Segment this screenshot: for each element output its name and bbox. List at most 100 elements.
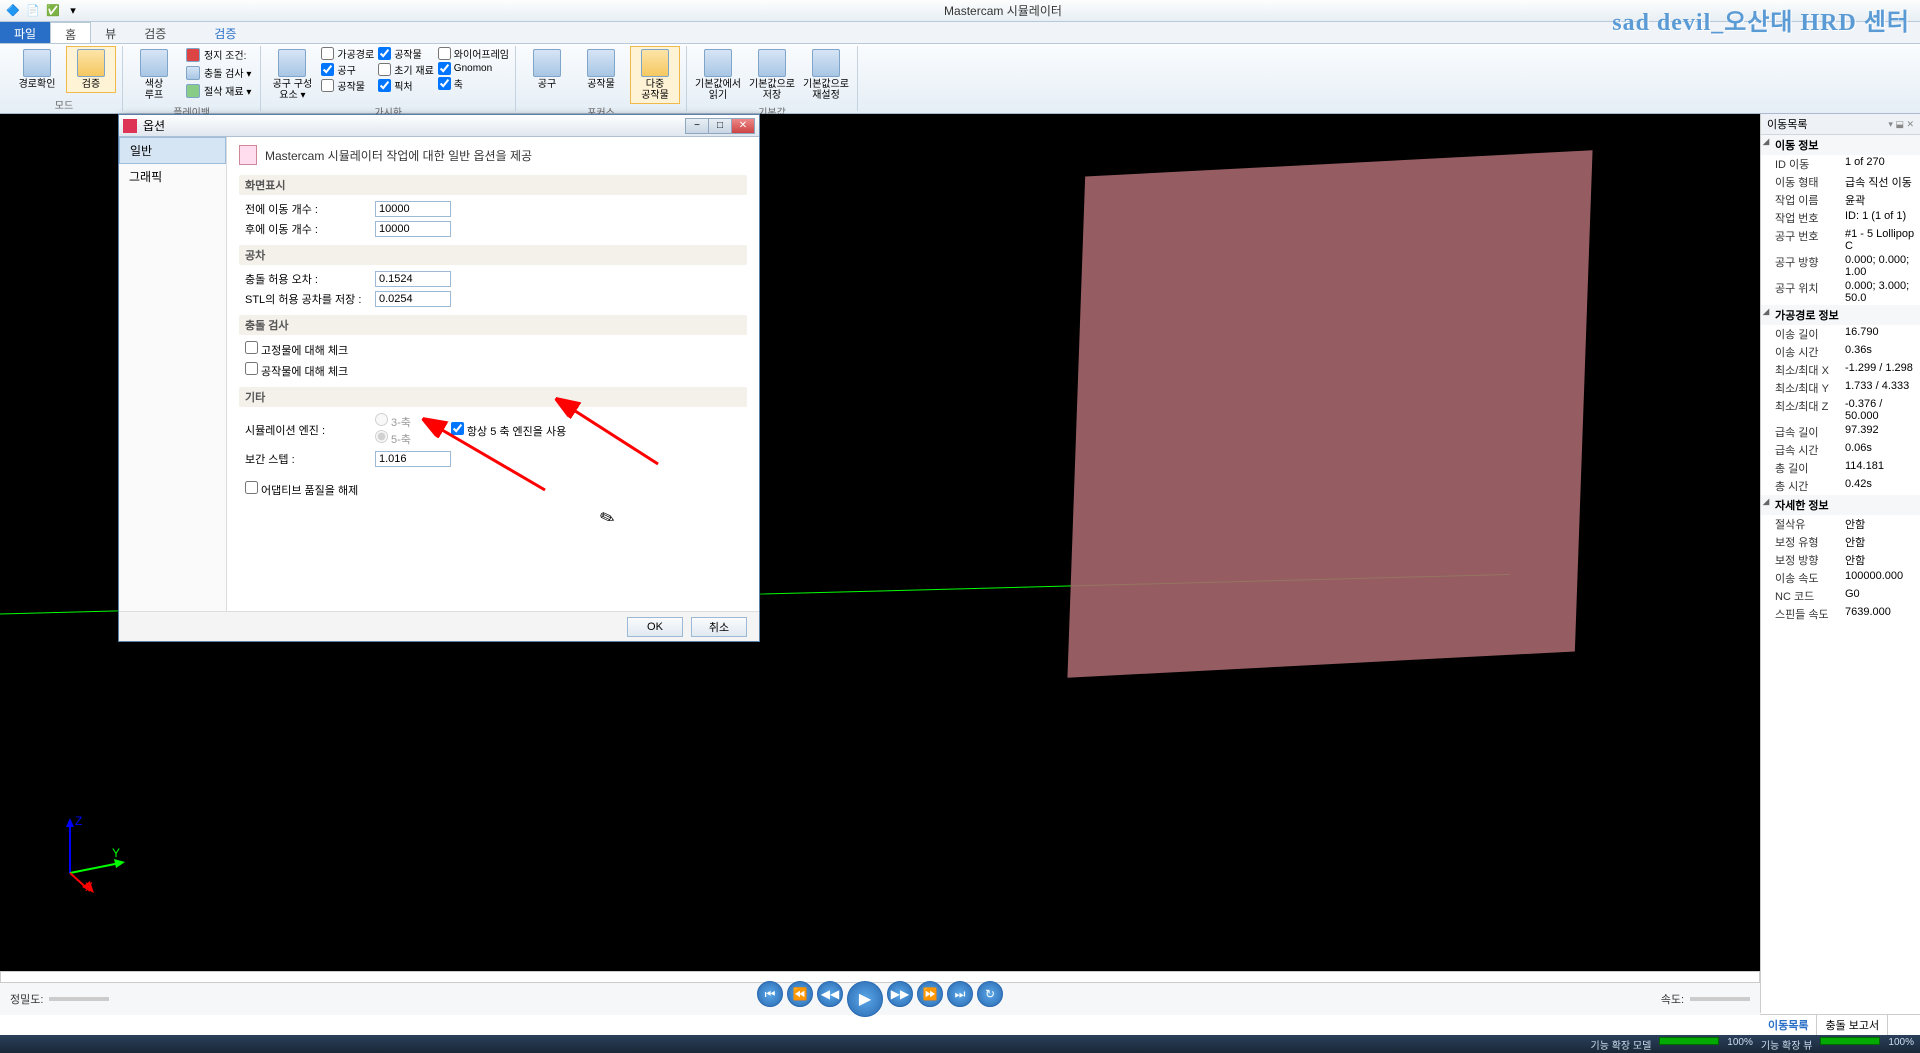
skip-end-button[interactable]: ⏭ bbox=[947, 981, 973, 1007]
chk-always-5axis[interactable]: 항상 5 축 엔진을 사용 bbox=[451, 426, 566, 438]
chk-gnomon[interactable]: Gnomon bbox=[438, 62, 509, 75]
info-row: 이송 길이16.790 bbox=[1761, 325, 1920, 343]
defaults-read-button[interactable]: 기본값에서 읽기 bbox=[693, 46, 743, 104]
trace-stock-dropdown[interactable]: 절삭 재료 ▾ bbox=[183, 82, 254, 99]
info-row: 공구 위치0.000; 3.000; 50.0 bbox=[1761, 279, 1920, 305]
chk-adaptive[interactable]: 어댑티브 품질을 해제 bbox=[245, 481, 358, 498]
axis-gnomon-icon: Z Y X bbox=[50, 813, 130, 893]
info-row: 절삭유안함 bbox=[1761, 515, 1920, 533]
tab-home[interactable]: 홈 bbox=[50, 22, 91, 43]
chk-axis[interactable]: 축 bbox=[438, 76, 509, 91]
info-row: 공구 번호#1 - 5 Lollipop C bbox=[1761, 227, 1920, 253]
chk-wireframe[interactable]: 와이어프레임 bbox=[438, 46, 509, 61]
chk-workpiece2[interactable]: 공작물 bbox=[378, 46, 434, 61]
collision-check-dropdown[interactable]: 충돌 검사 ▾ bbox=[183, 64, 254, 81]
dialog-title: 옵션 bbox=[143, 117, 165, 134]
speed-slider[interactable] bbox=[1690, 997, 1750, 1001]
nav-graphic[interactable]: 그래픽 bbox=[119, 164, 226, 189]
collision-tol-input[interactable] bbox=[375, 271, 451, 287]
tab-verify[interactable]: 검증 bbox=[130, 22, 180, 43]
sec-collision: 충돌 검사 bbox=[239, 315, 747, 335]
focus-multi-button[interactable]: 다중 공작물 bbox=[630, 46, 680, 104]
forward-button[interactable]: ▶▶ bbox=[887, 981, 913, 1007]
tab-view[interactable]: 뷰 bbox=[91, 22, 130, 43]
sec-path-info[interactable]: 가공경로 정보 bbox=[1761, 305, 1920, 325]
qat-new-icon[interactable]: 📄 bbox=[24, 2, 42, 20]
view-progress bbox=[1820, 1037, 1880, 1045]
step-forward-button[interactable]: ⏩ bbox=[917, 981, 943, 1007]
svg-text:Z: Z bbox=[75, 814, 82, 828]
info-row: ID 이동1 of 270 bbox=[1761, 155, 1920, 173]
stop-condition-button[interactable]: 정지 조건: bbox=[183, 46, 254, 63]
play-button[interactable]: ▶ bbox=[847, 981, 883, 1017]
chk-fixture[interactable]: 픽처 bbox=[378, 78, 434, 93]
radio-3axis[interactable]: 3-축 bbox=[375, 417, 411, 429]
sec-move-info[interactable]: 이동 정보 bbox=[1761, 135, 1920, 155]
before-moves-input[interactable] bbox=[375, 201, 451, 217]
skip-start-button[interactable]: ⏮ bbox=[757, 981, 783, 1007]
panel-header: 이동목록▾ ⬓ ✕ bbox=[1761, 114, 1920, 135]
qat-check-icon[interactable]: ✅ bbox=[44, 2, 62, 20]
rewind-button[interactable]: ◀◀ bbox=[817, 981, 843, 1007]
step-back-button[interactable]: ⏪ bbox=[787, 981, 813, 1007]
pin-icon[interactable]: ▾ ⬓ ✕ bbox=[1888, 119, 1914, 130]
chk-tool[interactable]: 공구 bbox=[321, 62, 374, 77]
tab-moves[interactable]: 이동목록 bbox=[1760, 1015, 1817, 1035]
maximize-button[interactable]: □ bbox=[708, 118, 732, 134]
info-row: 보정 유형안함 bbox=[1761, 533, 1920, 551]
minimize-button[interactable]: − bbox=[685, 118, 709, 134]
close-button[interactable]: ✕ bbox=[731, 118, 755, 134]
precision-slider[interactable] bbox=[49, 997, 109, 1001]
info-row: 이동 형태급속 직선 이동 bbox=[1761, 173, 1920, 191]
info-row: 급속 길이97.392 bbox=[1761, 423, 1920, 441]
path-check-button[interactable]: 경로확인 bbox=[12, 46, 62, 93]
ribbon: 경로확인 검증 모드 색상 루프 정지 조건: 충돌 검사 ▾ 절삭 재료 ▾ … bbox=[0, 44, 1920, 114]
chk-toolpath[interactable]: 가공경로 bbox=[321, 46, 374, 61]
tab-context-verify[interactable]: 검증 bbox=[200, 22, 250, 43]
stock-block bbox=[1067, 150, 1592, 677]
sec-detail-info[interactable]: 자세한 정보 bbox=[1761, 495, 1920, 515]
info-row: 최소/최대 Z-0.376 / 50.000 bbox=[1761, 397, 1920, 423]
verify-button[interactable]: 검증 bbox=[66, 46, 116, 93]
info-row: 작업 이름윤곽 bbox=[1761, 191, 1920, 209]
statusbar: 기능 확장 모델 100% 기능 확장 뷰 100% bbox=[0, 1035, 1920, 1053]
playback-bar: 정밀도: ⏮ ⏪ ◀◀ ▶ ▶▶ ⏩ ⏭ ↻ 속도: bbox=[0, 983, 1760, 1015]
focus-workpiece-button[interactable]: 공작물 bbox=[576, 46, 626, 93]
info-section: 이동 정보 ID 이동1 of 270이동 형태급속 직선 이동작업 이름윤곽작… bbox=[1761, 135, 1920, 623]
sec-tolerance: 공차 bbox=[239, 245, 747, 265]
tab-report[interactable]: 충돌 보고서 bbox=[1817, 1015, 1888, 1035]
color-loop-button[interactable]: 색상 루프 bbox=[129, 46, 179, 104]
interp-step-input[interactable] bbox=[375, 451, 451, 467]
after-moves-input[interactable] bbox=[375, 221, 451, 237]
ribbon-group-playback: 색상 루프 정지 조건: 충돌 검사 ▾ 절삭 재료 ▾ 플레이백 bbox=[123, 46, 261, 111]
chk-fixture-collision[interactable]: 고정물에 대해 체크 bbox=[245, 341, 348, 358]
focus-tool-button[interactable]: 공구 bbox=[522, 46, 572, 93]
defaults-reset-button[interactable]: 기본값으로 재설정 bbox=[801, 46, 851, 104]
ribbon-group-visibility: 공구 구성 요소 ▾ 가공경로 공구 공작물 공작물 초기 재료 픽처 와이어프… bbox=[261, 46, 516, 111]
ribbon-group-mode: 경로확인 검증 모드 bbox=[6, 46, 123, 111]
nav-general[interactable]: 일반 bbox=[119, 137, 226, 164]
info-row: 총 시간0.42s bbox=[1761, 477, 1920, 495]
radio-5axis[interactable]: 5-축 bbox=[375, 434, 411, 446]
cancel-button[interactable]: 취소 bbox=[691, 617, 747, 637]
speed-label: 속도: bbox=[1661, 991, 1684, 1007]
chk-workpiece-collision[interactable]: 공작물에 대해 체크 bbox=[245, 362, 348, 379]
ok-button[interactable]: OK bbox=[627, 617, 683, 637]
stl-tol-input[interactable] bbox=[375, 291, 451, 307]
right-sidebar: 이동목록▾ ⬓ ✕ 이동 정보 ID 이동1 of 270이동 형태급속 직선 … bbox=[1760, 114, 1920, 1013]
options-dialog: 옵션 − □ ✕ 일반 그래픽 Mastercam 시뮬레이터 작업에 대한 일… bbox=[118, 114, 760, 642]
tab-file[interactable]: 파일 bbox=[0, 22, 50, 43]
defaults-save-button[interactable]: 기본값으로 저장 bbox=[747, 46, 797, 104]
window-icon: 🔷 bbox=[4, 2, 22, 20]
info-row: 급속 시간0.06s bbox=[1761, 441, 1920, 459]
info-row: 보정 방향안함 bbox=[1761, 551, 1920, 569]
info-row: 이송 속도100000.000 bbox=[1761, 569, 1920, 587]
dialog-titlebar[interactable]: 옵션 − □ ✕ bbox=[119, 115, 759, 137]
qat-dropdown-icon[interactable]: ▾ bbox=[64, 2, 82, 20]
model-progress bbox=[1659, 1037, 1719, 1045]
loop-button[interactable]: ↻ bbox=[977, 981, 1003, 1007]
info-row: 최소/최대 X-1.299 / 1.298 bbox=[1761, 361, 1920, 379]
chk-workpiece1[interactable]: 공작물 bbox=[321, 78, 374, 93]
chk-initial-stock[interactable]: 초기 재료 bbox=[378, 62, 434, 77]
tool-components-button[interactable]: 공구 구성 요소 ▾ bbox=[267, 46, 317, 104]
